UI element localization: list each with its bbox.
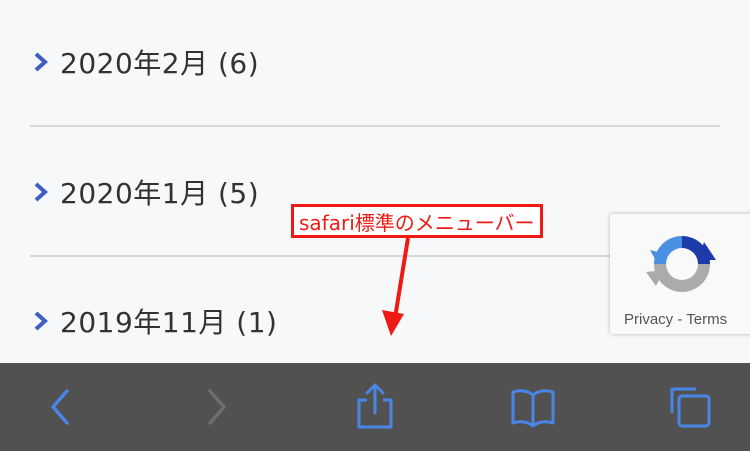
back-button[interactable] (36, 383, 84, 431)
archive-item-2019-11[interactable]: 2019年11月 (1) (30, 301, 277, 341)
back-icon (51, 389, 69, 425)
annotation-callout: safari標準のメニューバー (291, 204, 543, 238)
safari-toolbar (0, 363, 750, 451)
annotation-arrow-icon (382, 237, 410, 336)
forward-button[interactable] (193, 383, 241, 431)
separator: - (677, 311, 683, 328)
forward-icon (208, 389, 226, 425)
chevron-right-icon (34, 311, 49, 331)
divider (30, 125, 720, 127)
chevron-right-icon (34, 52, 49, 72)
chevron-right-icon (34, 182, 49, 202)
terms-link[interactable]: Terms (686, 311, 727, 328)
share-icon (357, 383, 393, 429)
bookmarks-button[interactable] (509, 383, 557, 431)
archive-item-label: 2020年2月 (6) (60, 47, 260, 80)
tabs-icon (670, 387, 711, 428)
archive-item-2020-01[interactable]: 2020年1月 (5) (30, 172, 259, 212)
recaptcha-logo-icon (646, 236, 716, 292)
share-button[interactable] (351, 383, 399, 431)
archive-item-2020-02[interactable]: 2020年2月 (6) (30, 42, 259, 82)
bookmarks-icon (511, 389, 555, 428)
annotation-text: safari標準のメニューバー (299, 210, 535, 235)
recaptcha-links: Privacy - Terms (624, 311, 727, 328)
archive-item-label: 2020年1月 (5) (60, 177, 260, 210)
recaptcha-badge[interactable]: Privacy - Terms (610, 214, 750, 334)
tabs-button[interactable] (666, 383, 714, 431)
archive-item-label: 2019年11月 (1) (60, 306, 278, 339)
privacy-link[interactable]: Privacy (624, 311, 673, 328)
